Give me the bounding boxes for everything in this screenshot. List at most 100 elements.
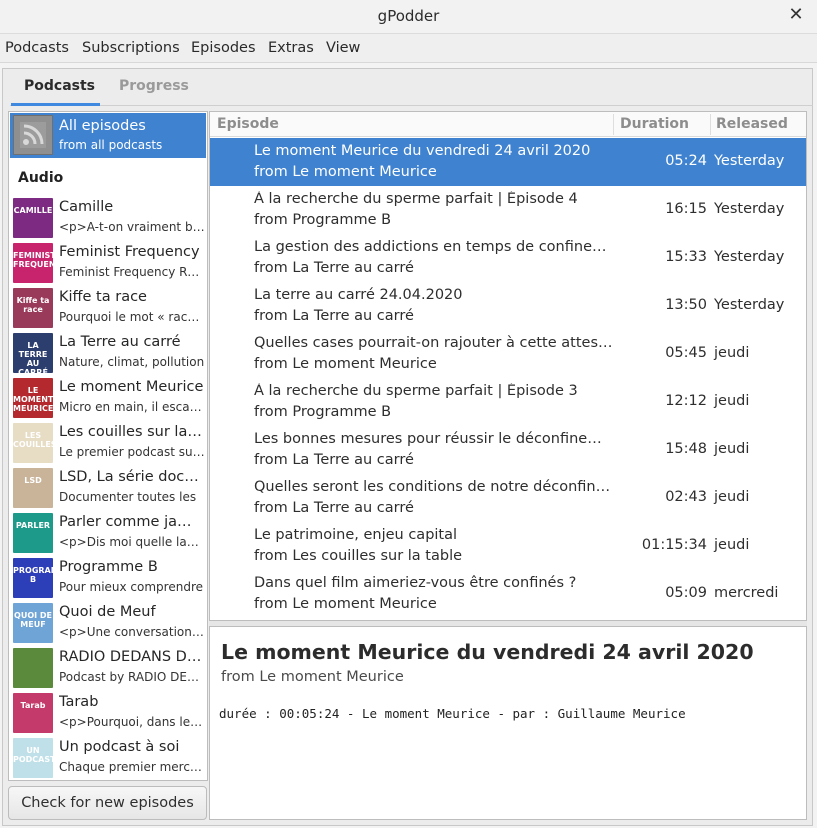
episode-released: jeudi (714, 489, 750, 505)
menu-view[interactable]: View (326, 40, 360, 56)
podcast-cover-text: LES COUILLES (13, 431, 53, 449)
podcast-cover-text: PROGRAMME B (13, 566, 53, 584)
podcast-cover-text: FEMINIST FREQUENCY (13, 251, 53, 269)
podcast-cover-image: LSD (13, 468, 53, 508)
podcast-cover-image (13, 648, 53, 688)
episode-released: Yesterday (714, 297, 785, 313)
rss-feed-icon (13, 115, 53, 155)
podcast-item[interactable]: LES COUILLES Les couilles sur la table Le … (10, 421, 206, 466)
episode-released: jeudi (714, 345, 750, 361)
podcast-title: Quoi de Meuf (59, 604, 156, 620)
all-episodes-subtitle: from all podcasts (59, 138, 163, 152)
podcast-item[interactable]: RADIO DEDANS DEHORS Podcast by RADIO DEDA… (10, 646, 206, 691)
episode-title: À la recherche du sperme parfait | Épiso… (254, 191, 578, 207)
episode-row[interactable]: Le patrimoine, enjeu capital from Les cou… (210, 522, 806, 570)
episode-row[interactable]: Dans quel film aimeriez-vous être confin… (210, 570, 806, 618)
menu-extras[interactable]: Extras (268, 40, 314, 56)
tab-bar: Podcasts Progress (10, 68, 813, 106)
episode-podcast-name: from Les couilles sur la table (254, 548, 463, 564)
podcast-title: Parler comme jamais (59, 514, 205, 530)
column-header-episode[interactable]: Episode (217, 116, 279, 132)
episode-row[interactable]: Le moment Meurice du vendredi 24 avril 2… (210, 138, 806, 186)
episode-title: Le moment Meurice du vendredi 24 avril 2… (254, 143, 591, 159)
column-header-released[interactable]: Released (716, 116, 788, 132)
check-new-episodes-button[interactable]: Check for new episodes (8, 786, 207, 820)
podcast-cover-text: QUOI DE MEUF (14, 611, 52, 629)
podcast-cover-image: Tarab (13, 693, 53, 733)
podcast-item[interactable]: CAMILLE Camille <p>A-t-on vraiment besoin (10, 196, 206, 241)
episode-list[interactable]: Episode Duration Released Le moment Meur… (209, 111, 807, 621)
episode-duration: 05:09 (665, 585, 707, 601)
podcast-item[interactable]: Tarab Tarab <p>Pourquoi, dans le ciel (10, 691, 206, 736)
episode-duration: 02:43 (665, 489, 707, 505)
episode-row[interactable]: La gestion des addictions en temps de co… (210, 234, 806, 282)
episode-released: Yesterday (714, 201, 785, 217)
tab-progress[interactable]: Progress (119, 78, 189, 94)
podcast-cover-image: FEMINIST FREQUENCY (13, 243, 53, 283)
episode-released: jeudi (714, 393, 750, 409)
menu-episodes[interactable]: Episodes (191, 40, 256, 56)
episode-title: La terre au carré 24.04.2020 (254, 287, 463, 303)
podcast-subtitle: <p>Dis moi quelle langue (59, 535, 205, 549)
episode-duration: 12:12 (665, 393, 707, 409)
podcast-cover-text: Tarab (20, 701, 46, 710)
episode-duration: 16:15 (665, 201, 707, 217)
detail-subtitle: from Le moment Meurice (221, 669, 404, 685)
column-separator (613, 114, 614, 135)
podcast-title: Tarab (59, 694, 99, 710)
podcast-item[interactable]: FEMINIST FREQUENCY Feminist Frequency Femi… (10, 241, 206, 286)
episode-duration: 13:50 (665, 297, 707, 313)
podcast-subtitle: Documenter toutes les (59, 490, 197, 504)
section-heading-audio: Audio (18, 170, 64, 186)
episode-row[interactable]: À la recherche du sperme parfait | Épiso… (210, 378, 806, 426)
podcast-cover-image: UN PODCAST (13, 738, 53, 778)
podcast-cover-text: Kiffe ta race (16, 296, 50, 314)
episode-title: Quelles seront les conditions de notre d… (254, 479, 614, 495)
podcast-item[interactable]: LSD LSD, La série documentaire Documenter … (10, 466, 206, 511)
podcast-item[interactable]: QUOI DE MEUF Quoi de Meuf <p>Une conversat… (10, 601, 206, 646)
episode-podcast-name: from Le moment Meurice (254, 356, 437, 372)
podcast-title: Feminist Frequency (59, 244, 200, 260)
podcast-cover-text: LSD (24, 476, 42, 485)
episode-list-header: Episode Duration Released (210, 112, 806, 137)
column-separator (710, 114, 711, 135)
close-icon[interactable]: ✕ (785, 4, 807, 26)
episode-title: Dans quel film aimeriez-vous être confin… (254, 575, 577, 591)
episode-row[interactable]: À la recherche du sperme parfait | Épiso… (210, 186, 806, 234)
episode-title: Le patrimoine, enjeu capital (254, 527, 458, 543)
detail-description: durée : 00:05:24 - Le moment Meurice - p… (219, 706, 686, 721)
episode-duration: 01:15:34 (641, 537, 707, 553)
podcast-subtitle: Chaque premier mercredi (59, 760, 205, 774)
episode-title: Les bonnes mesures pour réussir le décon… (254, 431, 614, 447)
episode-row[interactable]: Les bonnes mesures pour réussir le décon… (210, 426, 806, 474)
menu-podcasts[interactable]: Podcasts (5, 40, 69, 56)
all-episodes-item[interactable]: All episodes from all podcasts (10, 113, 206, 158)
podcast-title: La Terre au carré (59, 334, 181, 350)
podcast-item[interactable]: LE MOMENT MEURICE Le moment Meurice Micro … (10, 376, 206, 421)
episode-released: jeudi (714, 537, 750, 553)
episode-podcast-name: from Le moment Meurice (254, 164, 437, 180)
podcast-title: Un podcast à soi (59, 739, 180, 755)
episode-released: mercredi (714, 585, 779, 601)
podcast-list[interactable]: All episodes from all podcasts Audio CAM… (8, 111, 208, 781)
podcast-item[interactable]: LA TERRE AU CARRÉ La Terre au carré Nature… (10, 331, 206, 376)
episode-row[interactable]: Quelles seront les conditions de notre d… (210, 474, 806, 522)
episode-released: jeudi (714, 441, 750, 457)
podcast-item[interactable]: PARLER Parler comme jamais <p>Dis moi quel… (10, 511, 206, 556)
all-episodes-title: All episodes (59, 118, 146, 134)
column-header-duration[interactable]: Duration (620, 116, 689, 132)
episode-title: La gestion des addictions en temps de co… (254, 239, 614, 255)
podcast-cover-image: PROGRAMME B (13, 558, 53, 598)
episode-detail-pane: Le moment Meurice du vendredi 24 avril 2… (209, 626, 807, 820)
podcast-title: LSD, La série documentaire (59, 469, 205, 485)
tab-podcasts[interactable]: Podcasts (24, 78, 95, 94)
podcast-subtitle: Pourquoi le mot « race » (59, 310, 205, 324)
episode-podcast-name: from Le moment Meurice (254, 596, 437, 612)
podcast-subtitle: <p>A-t-on vraiment besoin (59, 220, 205, 234)
podcast-item[interactable]: Kiffe ta race Kiffe ta race Pourquoi le mo… (10, 286, 206, 331)
menu-subscriptions[interactable]: Subscriptions (82, 40, 180, 56)
podcast-item[interactable]: PROGRAMME B Programme B Pour mieux compren… (10, 556, 206, 601)
podcast-item[interactable]: UN PODCAST Un podcast à soi Chaque premier… (10, 736, 206, 780)
episode-row[interactable]: Quelles cases pourrait-on rajouter à cet… (210, 330, 806, 378)
episode-row[interactable]: La terre au carré 24.04.2020 from La Terr… (210, 282, 806, 330)
